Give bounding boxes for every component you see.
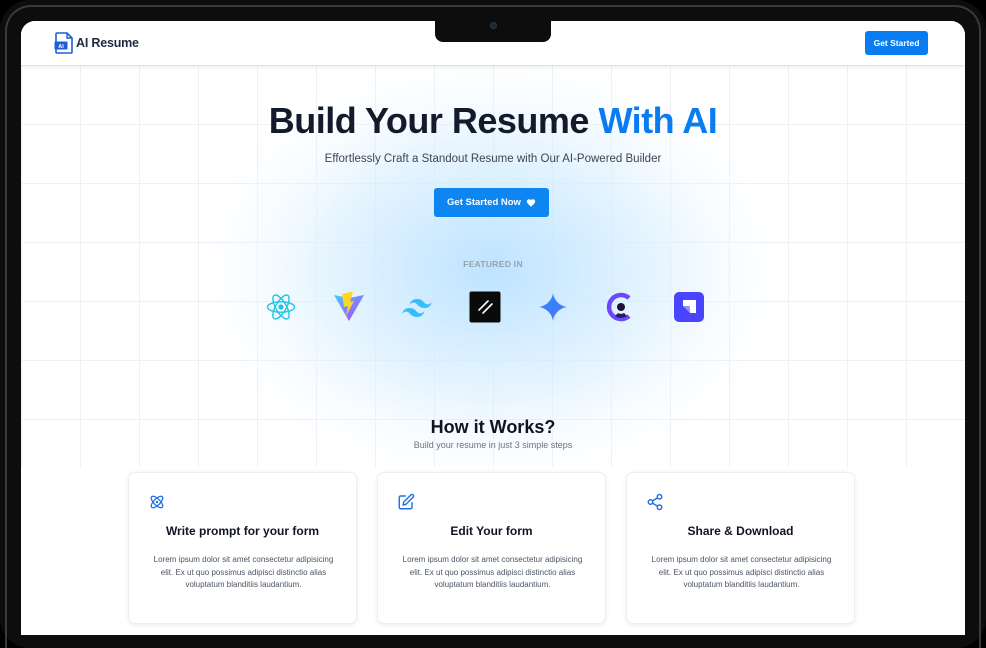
get-started-button[interactable]: Get Started (865, 31, 928, 55)
document-logo-icon: AI (54, 32, 73, 54)
gemini-icon (537, 291, 569, 323)
atom-icon (150, 495, 164, 509)
hero-title-accent: With AI (598, 100, 718, 141)
step-card-share[interactable]: Share & Download Lorem ipsum dolor sit a… (626, 472, 855, 624)
how-it-works-subtitle: Build your resume in just 3 simple steps (413, 440, 573, 450)
brand-name: AI Resume (76, 36, 139, 50)
card-description: Lorem ipsum dolor sit amet consectetur a… (153, 555, 334, 589)
tailwind-icon (401, 291, 433, 323)
vite-icon (333, 291, 365, 323)
shadcn-icon (469, 291, 501, 323)
brand-logo[interactable]: AI AI Resume (54, 32, 139, 54)
card-title: Share & Download (687, 524, 794, 538)
hero-subtitle: Effortlessly Craft a Standout Resume wit… (324, 153, 662, 165)
share-icon (647, 493, 663, 511)
hero-title-main: Build Your Resume (268, 100, 599, 141)
step-card-edit[interactable]: Edit Your form Lorem ipsum dolor sit ame… (377, 472, 606, 624)
camera-icon (490, 22, 497, 29)
step-card-prompt[interactable]: Write prompt for your form Lorem ipsum d… (128, 472, 357, 624)
edit-icon (398, 493, 415, 510)
react-icon (265, 291, 297, 323)
how-it-works-title: How it Works? (430, 417, 556, 437)
card-description: Lorem ipsum dolor sit amet consectetur a… (651, 555, 832, 589)
get-started-now-button[interactable]: Get Started Now (434, 188, 549, 217)
card-description: Lorem ipsum dolor sit amet consectetur a… (402, 555, 583, 589)
featured-in-label: FEATURED IN (463, 259, 523, 269)
camera-notch (435, 21, 551, 42)
heart-icon (526, 198, 536, 207)
hero-title: Build Your Resume With AI (21, 100, 965, 142)
card-title: Write prompt for your form (165, 524, 320, 538)
card-title: Edit Your form (450, 524, 533, 538)
get-started-now-label: Get Started Now (447, 197, 521, 208)
screen: AI AI Resume Get Started Build Your Resu… (21, 21, 965, 635)
clerk-icon (605, 291, 637, 323)
brand-badge: AI (58, 44, 64, 50)
strapi-icon (673, 291, 705, 323)
featured-logos (264, 291, 714, 323)
